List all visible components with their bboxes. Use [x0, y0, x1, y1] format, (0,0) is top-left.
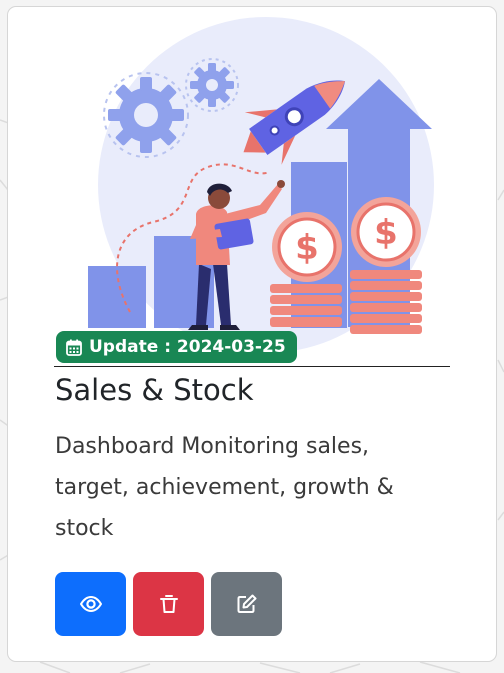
- update-date-text: Update : 2024-03-25: [89, 337, 286, 357]
- svg-text:$: $: [295, 228, 319, 268]
- card-title: Sales & Stock: [55, 373, 254, 407]
- card-description: Dashboard Monitoring sales, target, achi…: [55, 434, 394, 541]
- calendar-icon: [66, 339, 82, 356]
- eye-icon: [79, 596, 102, 612]
- delete-button[interactable]: [133, 572, 204, 636]
- view-button[interactable]: [55, 572, 126, 636]
- dashboard-card: $ $ Update: 2024-03-25 Sales & Stock Da…: [7, 6, 497, 662]
- trash-icon: [159, 595, 178, 613]
- title-divider: [54, 366, 450, 367]
- update-date-badge: Update : 2024-03-25: [56, 331, 297, 363]
- growth-rocket-illustration: $ $: [88, 17, 434, 352]
- edit-button[interactable]: [211, 572, 282, 636]
- svg-text:$: $: [374, 213, 398, 253]
- pencil-square-icon: [237, 594, 256, 613]
